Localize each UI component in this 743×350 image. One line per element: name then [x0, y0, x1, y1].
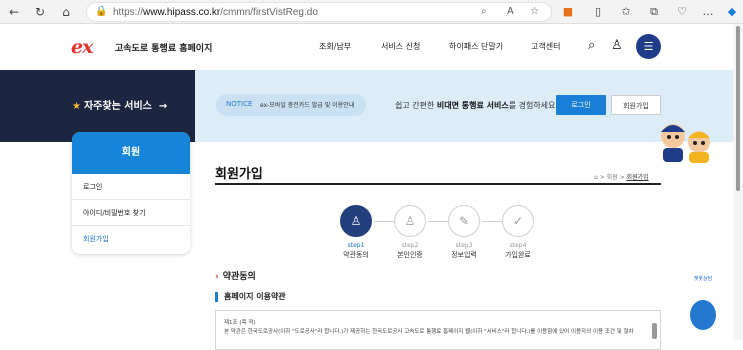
step-2: ♙ step2 본인인증 [385, 205, 435, 260]
notice-text: ex-모바일 충전카드 발급 및 이용안내 [260, 102, 355, 109]
terms-heading: 제1조 (목 적) [224, 320, 256, 326]
chatbot-label: 챗봇상담 [693, 276, 713, 282]
lock-icon[interactable]: 🔒 [95, 6, 107, 17]
step-label: 정보입력 [451, 251, 477, 259]
chevron-right-icon: › [215, 272, 219, 282]
hero-banner: NOTICE ex-모바일 충전카드 발급 및 이용안내 쉽고 간편한 비대면 … [195, 70, 743, 163]
terms-box[interactable]: 제1조 (목 적) 본 약관은 한국도로공사(이하 "도로공사"라 합니다.)가… [215, 310, 661, 350]
page-scrollbar[interactable] [733, 24, 743, 340]
search-icon[interactable]: ⌕ [588, 38, 595, 53]
heart-icon[interactable]: ♡ [674, 4, 690, 20]
side-item-join[interactable]: 회원가입 [72, 226, 190, 252]
breadcrumb-member[interactable]: 회원 [607, 174, 618, 181]
refresh-icon[interactable]: ↻ [32, 4, 48, 20]
scroll-thumb[interactable] [736, 26, 740, 191]
menu-button[interactable]: ☰ [636, 34, 661, 59]
user-verify-icon: ♙ [394, 205, 426, 237]
nav-customer-center[interactable]: 고객센터 [531, 41, 560, 52]
favorite-star-icon[interactable]: ☆ [530, 6, 539, 17]
read-aloud-icon[interactable]: A [507, 6, 514, 17]
user-check-icon: ♙ [340, 205, 372, 237]
breadcrumb: ⌂ > 회원 > 회원가입 [594, 174, 649, 181]
extension-icon[interactable]: ■ [560, 4, 576, 20]
star-icon: ★ [72, 101, 81, 112]
url-text: https://www.hipass.co.kr/cmmn/firstVistR… [113, 7, 318, 18]
logo-title[interactable]: 고속도로 통행료 홈페이지 [115, 41, 212, 54]
copilot-icon[interactable]: ◆ [724, 4, 740, 20]
hero-message: 쉽고 간편한 비대면 통행료 서비스를 경험하세요 [395, 101, 556, 110]
step-label: 가입완료 [505, 251, 531, 259]
chatbot-widget[interactable]: 챗봇상담 [688, 270, 718, 340]
home-icon[interactable]: ⌂ [594, 174, 598, 181]
back-icon[interactable]: ← [6, 4, 22, 20]
step-1: ♙ step1 약관동의 [331, 205, 381, 260]
side-item-login[interactable]: 로그인 [72, 174, 190, 200]
browser-toolbar: ← ↻ ⌂ 🔒 https://www.hipass.co.kr/cmmn/fi… [0, 0, 743, 24]
breadcrumb-current[interactable]: 회원가입 [627, 174, 649, 181]
nav-hipass-device[interactable]: 하이패스 단말기 [449, 41, 503, 52]
home-icon[interactable]: ⌂ [58, 4, 74, 20]
side-menu-title: 회원 [72, 132, 190, 174]
terms-subtitle: 홈페이지 이용약관 [215, 292, 286, 302]
page-title: 회원가입 [215, 167, 263, 182]
terms-scrollbar[interactable] [652, 323, 657, 339]
collections-icon[interactable]: ⧉ [646, 4, 662, 20]
step-number: step1 [347, 242, 365, 249]
zoom-icon[interactable]: ⌕ [481, 6, 487, 17]
ex-logo[interactable]: ex [71, 36, 93, 58]
notice-tag: NOTICE [226, 100, 253, 108]
step-label: 약관동의 [343, 251, 369, 259]
user-icon[interactable]: ♙ [611, 38, 623, 53]
favorites-icon[interactable]: ✩ [618, 4, 634, 20]
terms-text: 본 약관은 한국도로공사(이하 "도로공사"라 합니다.)가 제공하는 한국도로… [224, 329, 634, 335]
step-number: step3 [455, 242, 473, 249]
join-button[interactable]: 회원가입 [611, 95, 661, 115]
split-screen-icon[interactable]: ▯ [590, 4, 606, 20]
check-circle-icon: ✓ [502, 205, 534, 237]
side-item-find-account[interactable]: 아이디/비밀번호 찾기 [72, 200, 190, 226]
more-icon[interactable]: … [700, 4, 716, 20]
chatbot-mascot-icon [690, 300, 716, 330]
mascot-illustration [661, 124, 710, 163]
pencil-icon: ✎ [448, 205, 480, 237]
section-title: › 약관동의 [215, 272, 256, 282]
step-number: step4 [509, 242, 527, 249]
nav-service-apply[interactable]: 서비스 신청 [381, 41, 420, 52]
favorites-link[interactable]: ★ 자주찾는 서비스 → [72, 97, 167, 112]
step-number: step2 [401, 242, 419, 249]
nav-lookup-payment[interactable]: 조회/납부 [319, 41, 351, 52]
login-button[interactable]: 로그인 [556, 95, 606, 115]
site-header: ex 고속도로 통행료 홈페이지 조회/납부 서비스 신청 하이패스 단말기 고… [0, 24, 743, 70]
step-label: 본인인증 [397, 251, 423, 259]
step-3: ✎ step3 정보입력 [439, 205, 489, 260]
address-bar[interactable]: 🔒 https://www.hipass.co.kr/cmmn/firstVis… [86, 2, 552, 22]
notice-pill[interactable]: NOTICE ex-모바일 충전카드 발급 및 이용안내 [216, 94, 366, 116]
step-4: ✓ step4 가입완료 [493, 205, 543, 260]
side-menu: 회원 로그인 아이디/비밀번호 찾기 회원가입 [72, 132, 190, 254]
title-divider [215, 183, 661, 185]
